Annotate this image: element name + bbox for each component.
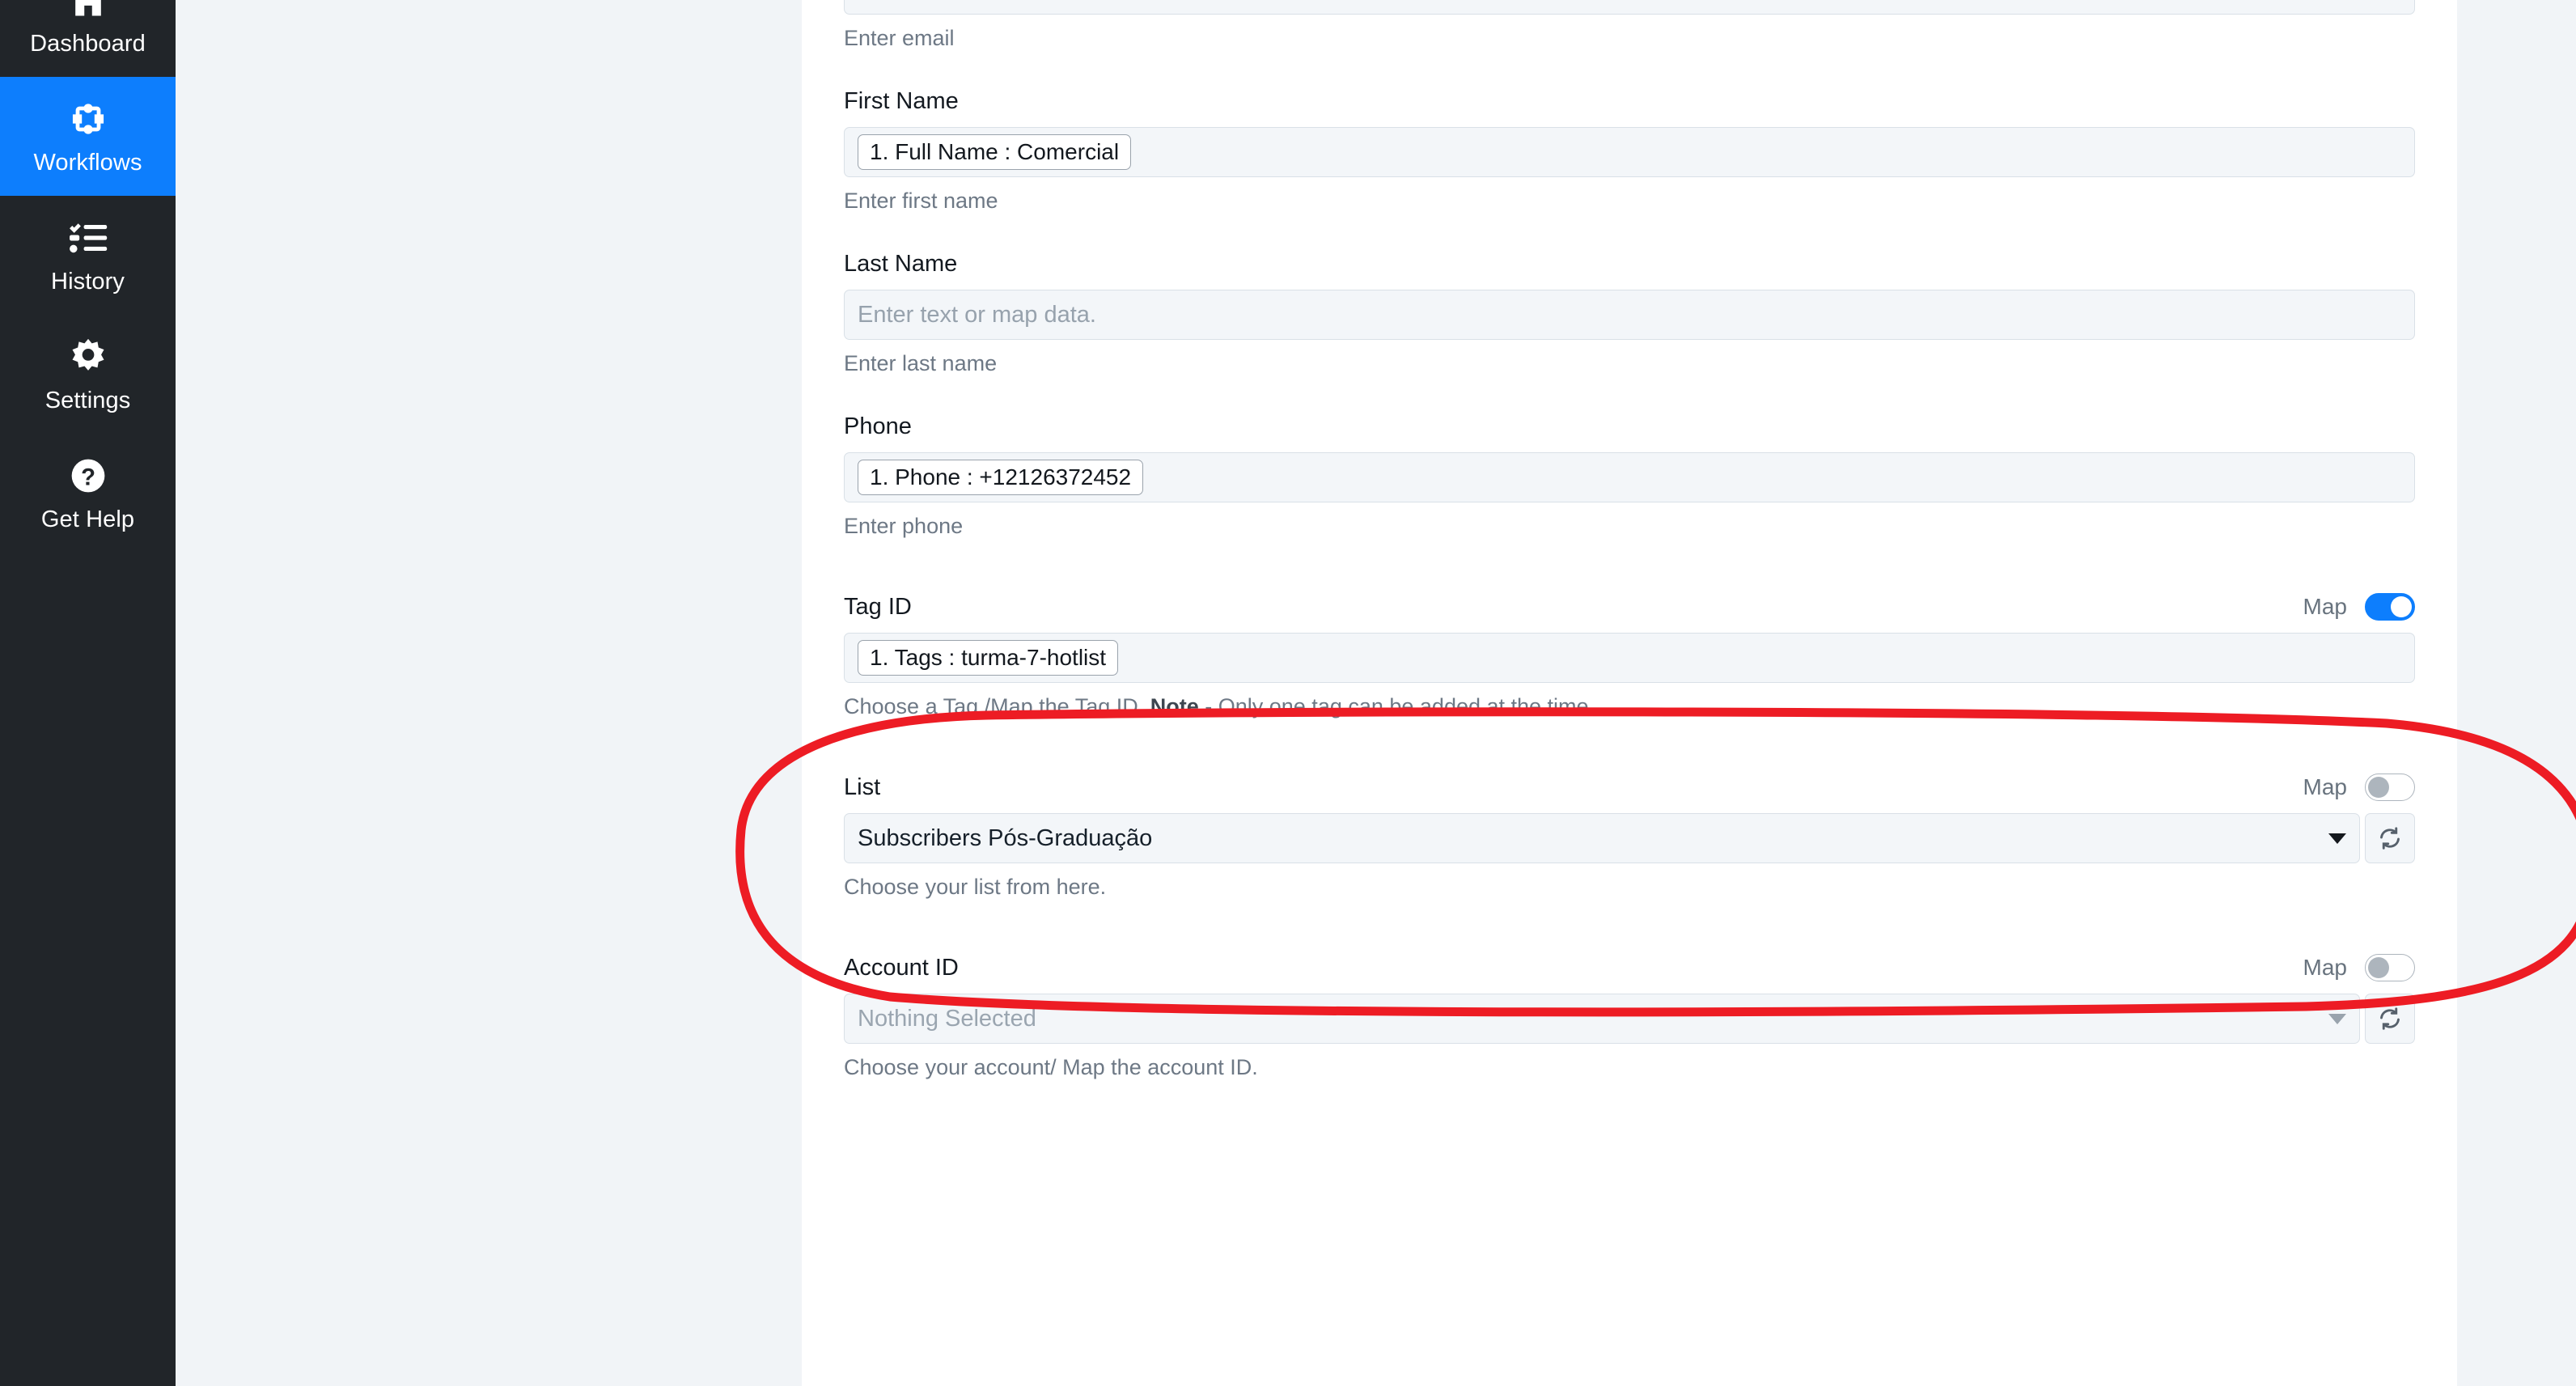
content-area: Enter email First Name 1. Full Name : Co…	[176, 0, 2576, 1386]
list-select[interactable]: Subscribers Pós-Graduação	[844, 813, 2360, 864]
list-map-label: Map	[2303, 774, 2347, 800]
first-name-label: First Name	[844, 87, 959, 114]
refresh-icon	[2378, 1007, 2402, 1031]
tag-id-head: Tag ID Map	[844, 591, 2415, 623]
account-id-selected-value: Nothing Selected	[858, 1007, 1036, 1031]
sidebar-item-settings[interactable]: Settings	[0, 315, 176, 434]
first-name-mapped-chip[interactable]: 1. Full Name : Comercial	[858, 134, 1132, 171]
toggle-knob	[2368, 957, 2389, 979]
last-name-helper-text: Enter last name	[844, 351, 998, 376]
main-sidebar: Dashboard Workflows History Settings ? G…	[0, 0, 176, 1386]
tag-id-map-control: Map	[2303, 593, 2415, 621]
first-name-helper-text: Enter first name	[844, 189, 998, 214]
phone-helper-text: Enter phone	[844, 514, 964, 539]
list-select-row: Subscribers Pós-Graduação	[844, 813, 2415, 864]
phone-input[interactable]: 1. Phone : +12126372452	[844, 452, 2415, 503]
sidebar-item-label: Get Help	[40, 507, 135, 532]
home-icon	[67, 0, 109, 21]
tag-id-map-label: Map	[2303, 594, 2347, 620]
account-id-map-control: Map	[2303, 954, 2415, 982]
tag-id-helper-suffix: - Only one tag can be added at the time.	[1198, 694, 1595, 719]
app-root: Dashboard Workflows History Settings ? G…	[0, 0, 2576, 1386]
chevron-down-icon	[2328, 1013, 2346, 1024]
toggle-knob	[2368, 777, 2389, 799]
sidebar-item-label: History	[51, 269, 125, 295]
question-circle-icon: ?	[67, 455, 109, 497]
field-first-name: First Name 1. Full Name : Comercial Ente…	[844, 85, 2415, 214]
last-name-head: Last Name	[844, 248, 2415, 280]
gear-icon	[67, 336, 109, 378]
node-settings-panel: Enter email First Name 1. Full Name : Co…	[802, 0, 2457, 1386]
field-list: List Map Subscribers Pós-Graduação Choos…	[844, 771, 2415, 900]
field-account-id: Account ID Map Nothing Selected Choose y…	[844, 952, 2415, 1080]
first-name-head: First Name	[844, 85, 2415, 117]
list-selected-value: Subscribers Pós-Graduação	[858, 826, 1153, 850]
svg-text:?: ?	[81, 465, 95, 491]
first-name-input[interactable]: 1. Full Name : Comercial	[844, 127, 2415, 178]
tag-id-input[interactable]: 1. Tags : turma-7-hotlist	[844, 633, 2415, 684]
account-id-helper-text: Choose your account/ Map the account ID.	[844, 1055, 1258, 1080]
list-head: List Map	[844, 771, 2415, 803]
list-map-toggle[interactable]	[2365, 774, 2415, 802]
sidebar-item-get-help[interactable]: ? Get Help	[0, 434, 176, 553]
tag-id-map-toggle[interactable]	[2365, 593, 2415, 621]
account-id-refresh-button[interactable]	[2365, 994, 2415, 1045]
phone-label: Phone	[844, 413, 912, 439]
email-helper-text: Enter email	[844, 26, 955, 50]
last-name-input[interactable]: Enter text or map data.	[844, 290, 2415, 341]
phone-mapped-chip[interactable]: 1. Phone : +12126372452	[858, 460, 1144, 496]
field-tag-id: Tag ID Map 1. Tags : turma-7-hotlist Cho…	[844, 591, 2415, 719]
sidebar-item-label: Dashboard	[30, 31, 146, 57]
tag-id-helper-text: Choose a Tag /Map the Tag ID. Note - Onl…	[844, 694, 2415, 719]
last-name-placeholder: Enter text or map data.	[858, 301, 1096, 328]
refresh-icon	[2378, 826, 2402, 850]
sidebar-item-workflows[interactable]: Workflows	[0, 77, 176, 196]
list-helper-text: Choose your list from here.	[844, 875, 1107, 900]
account-id-select[interactable]: Nothing Selected	[844, 994, 2360, 1045]
list-map-control: Map	[2303, 774, 2415, 802]
field-email: Enter email	[844, 0, 2415, 51]
workflow-icon	[67, 98, 109, 140]
last-name-label: Last Name	[844, 250, 958, 277]
tag-id-label: Tag ID	[844, 593, 912, 620]
tag-id-mapped-chip[interactable]: 1. Tags : turma-7-hotlist	[858, 640, 1119, 676]
sidebar-item-label: Workflows	[33, 150, 142, 176]
sidebar-item-dashboard[interactable]: Dashboard	[0, 0, 176, 77]
account-id-select-row: Nothing Selected	[844, 994, 2415, 1045]
field-last-name: Last Name Enter text or map data. Enter …	[844, 248, 2415, 376]
toggle-knob	[2391, 596, 2412, 618]
phone-head: Phone	[844, 410, 2415, 443]
tag-id-helper-prefix: Choose a Tag /Map the Tag ID.	[844, 694, 1150, 719]
chevron-down-icon	[2328, 833, 2346, 844]
field-phone: Phone 1. Phone : +12126372452 Enter phon…	[844, 410, 2415, 539]
account-id-map-label: Map	[2303, 955, 2347, 981]
list-label: List	[844, 774, 881, 800]
list-refresh-button[interactable]	[2365, 813, 2415, 864]
sidebar-item-history[interactable]: History	[0, 196, 176, 315]
email-input[interactable]	[844, 0, 2415, 15]
tag-id-helper-note: Note	[1150, 694, 1199, 719]
sidebar-item-label: Settings	[44, 388, 131, 413]
account-id-label: Account ID	[844, 954, 959, 981]
account-id-map-toggle[interactable]	[2365, 954, 2415, 982]
account-id-head: Account ID Map	[844, 952, 2415, 984]
history-list-icon	[67, 217, 109, 259]
